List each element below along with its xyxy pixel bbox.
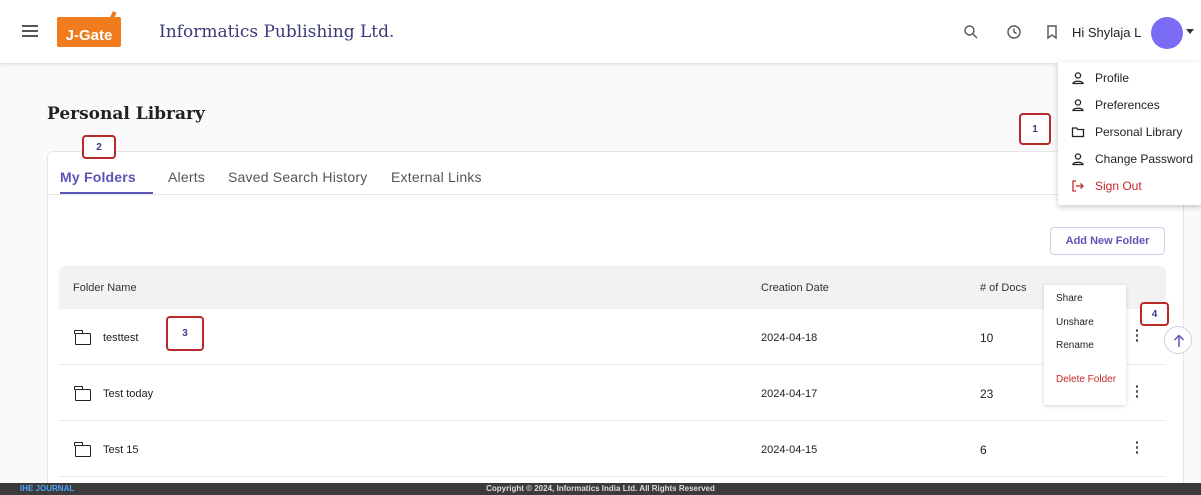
menu-item-label: Preferences [1095,98,1160,112]
tab-alerts[interactable]: Alerts [168,169,205,185]
j-gate-logo[interactable]: J-Gate [57,10,121,47]
folder-icon [74,442,91,457]
search-icon[interactable] [962,23,980,41]
menu-icon[interactable] [22,25,38,39]
menu-item-unshare[interactable]: Unshare [1056,317,1094,328]
add-new-folder-button[interactable]: Add New Folder [1050,227,1165,255]
person-icon [1072,99,1084,112]
callout-4: 4 [1140,302,1169,326]
column-header-folder-name[interactable]: Folder Name [73,282,137,294]
table-row[interactable]: Test today 2024-04-17 23 [59,365,1166,421]
callout-2: 2 [82,135,116,159]
creation-date: 2024-04-17 [761,388,818,400]
library-tabs: My Folders Alerts Saved Search History E… [48,152,1183,195]
menu-item-personal-library[interactable]: Personal Library [1071,123,1182,141]
person-icon [1072,72,1084,85]
person-icon [1072,153,1084,166]
menu-item-label: Profile [1095,71,1130,85]
callout-1: 1 [1019,113,1051,145]
user-avatar[interactable] [1151,17,1183,49]
folder-actions-menu: Share Unshare Rename Delete Folder [1044,285,1126,405]
folder-name[interactable]: testtest [103,332,138,344]
doc-count: 10 [980,331,994,345]
history-icon[interactable] [1005,23,1023,41]
footer: IHE JOURNAL Copyright © 2024, Informatic… [0,483,1201,495]
tab-external-links[interactable]: External Links [391,169,482,185]
table-row[interactable]: testtest 2024-04-18 10 [59,309,1166,365]
creation-date: 2024-04-15 [761,444,818,456]
tab-my-folders[interactable]: My Folders [60,169,136,185]
logo-text: J-Gate [65,27,113,44]
doc-count: 6 [980,443,987,457]
tab-saved-search-history[interactable]: Saved Search History [228,169,367,185]
arrow-up-icon [1173,334,1185,347]
user-greeting: Hi Shylaja L [1072,25,1142,40]
callout-3: 3 [166,316,204,351]
active-tab-indicator [60,192,153,194]
more-options-icon[interactable] [1134,329,1140,345]
bookmark-icon[interactable] [1043,23,1061,41]
user-dropdown-menu: Profile Preferences Personal Library Cha… [1058,62,1201,205]
sign-out-icon [1072,180,1084,192]
table-row[interactable]: Test 15 2024-04-15 6 [59,421,1166,477]
menu-item-change-password[interactable]: Change Password [1071,150,1193,168]
organization-name: Informatics Publishing Ltd. [159,22,395,42]
more-options-icon[interactable] [1134,441,1140,457]
menu-item-delete-folder[interactable]: Delete Folder [1056,374,1116,385]
top-navigation-bar: J-Gate Informatics Publishing Ltd. Hi Sh… [0,0,1201,64]
column-header-creation-date[interactable]: Creation Date [761,282,829,294]
chevron-down-icon[interactable] [1186,29,1194,34]
library-card: My Folders Alerts Saved Search History E… [47,151,1184,491]
menu-item-profile[interactable]: Profile [1071,69,1129,87]
folder-name[interactable]: Test 15 [103,444,138,456]
copyright-text: Copyright © 2024, Informatics India Ltd.… [486,484,715,493]
menu-item-label: Change Password [1095,152,1194,166]
scroll-to-top-button[interactable] [1164,326,1192,354]
folder-icon [74,386,91,401]
page-title: Personal Library [47,104,205,124]
doc-count: 23 [980,387,994,401]
menu-item-share[interactable]: Share [1056,293,1083,304]
folder-icon [1071,127,1085,138]
creation-date: 2024-04-18 [761,332,818,344]
menu-item-sign-out[interactable]: Sign Out [1071,177,1142,195]
folder-name[interactable]: Test today [103,388,153,400]
menu-item-label: Sign Out [1095,179,1142,193]
menu-item-rename[interactable]: Rename [1056,340,1094,351]
column-header-doc-count[interactable]: # of Docs [980,282,1026,294]
more-options-icon[interactable] [1134,385,1140,401]
menu-item-label: Personal Library [1095,125,1183,139]
folder-icon [74,330,91,345]
menu-item-preferences[interactable]: Preferences [1071,96,1160,114]
table-header: Folder Name Creation Date # of Docs [59,266,1166,309]
